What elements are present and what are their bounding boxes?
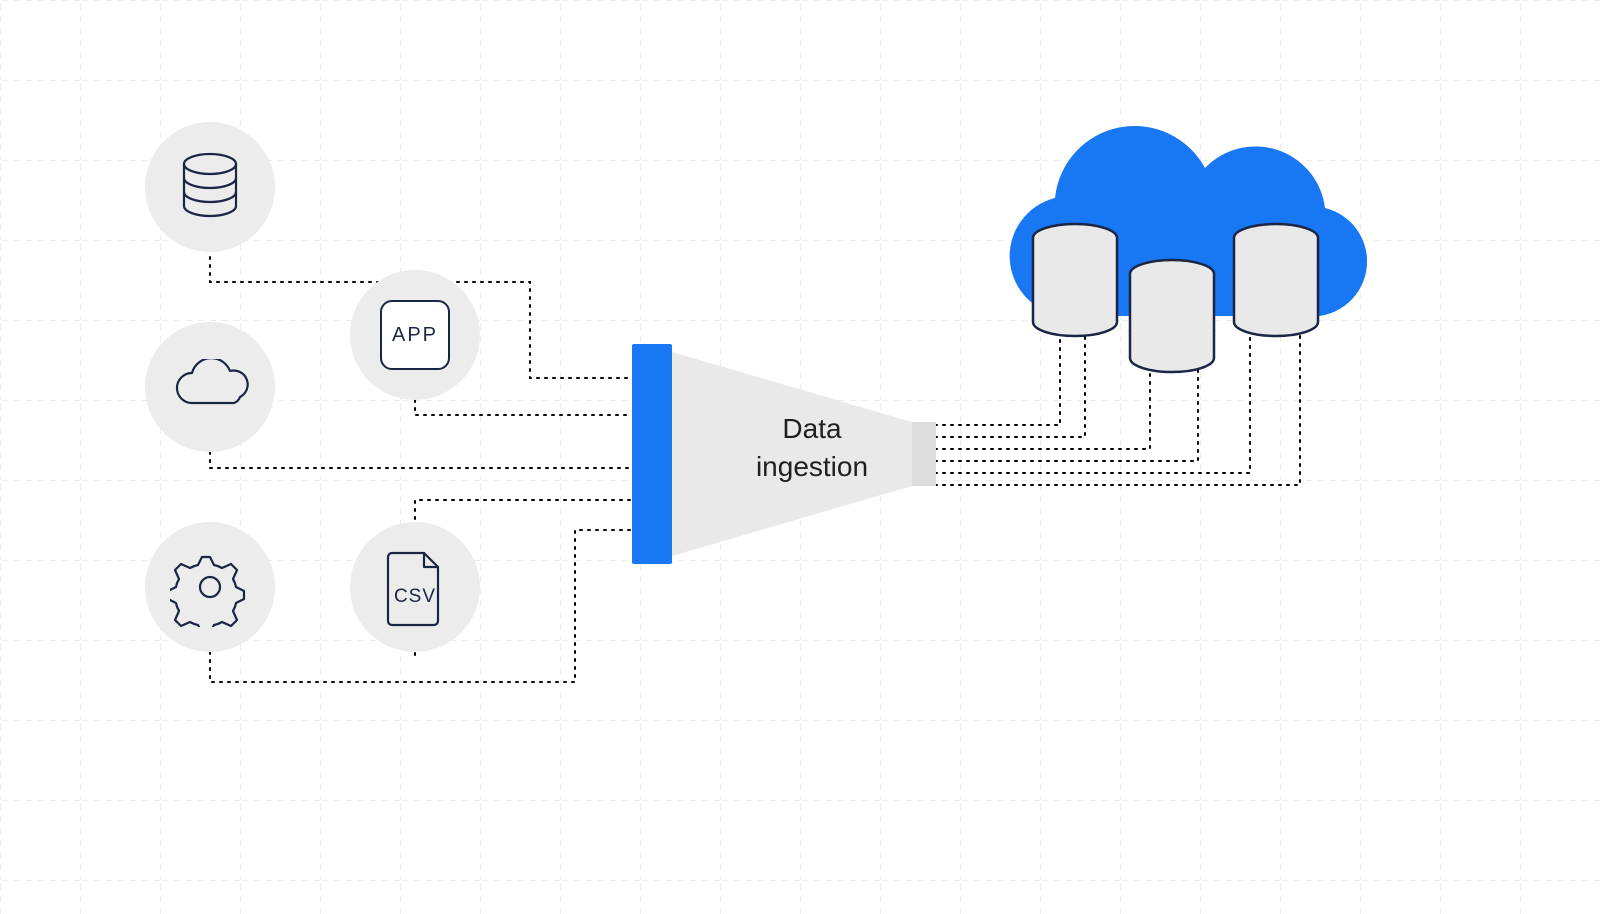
source-csv: CSV — [350, 522, 480, 652]
csv-file-icon: CSV — [382, 547, 448, 627]
funnel-label: Data ingestion — [712, 410, 912, 486]
database-icon — [177, 152, 243, 222]
source-cloud — [145, 322, 275, 452]
diagram-stage: APP CSV Data ingestion — [0, 0, 1600, 914]
app-icon: APP — [380, 300, 450, 370]
cloud-db-3 — [1234, 224, 1318, 336]
cloud-icon — [167, 359, 253, 415]
csv-label: CSV — [394, 586, 436, 607]
source-app: APP — [350, 270, 480, 400]
cloud-db-2 — [1130, 260, 1214, 372]
app-label: APP — [392, 324, 438, 347]
gear-icon — [170, 547, 250, 627]
source-gear — [145, 522, 275, 652]
funnel-label-line2: ingestion — [712, 448, 912, 486]
cloud-db-1 — [1033, 224, 1117, 336]
source-database — [145, 122, 275, 252]
funnel-label-line1: Data — [712, 410, 912, 448]
destination-cloud — [970, 96, 1390, 416]
